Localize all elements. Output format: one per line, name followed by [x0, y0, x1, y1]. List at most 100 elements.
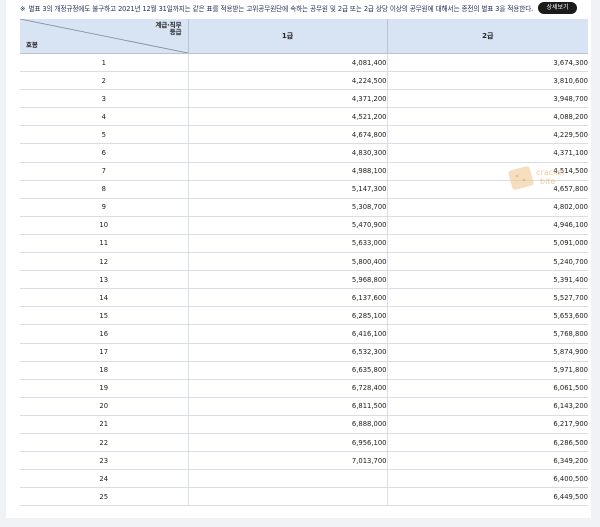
table-row: 16 6,416,100 5,768,800	[20, 324, 588, 344]
step-cell: 15	[20, 306, 189, 326]
step-cell: 9	[20, 198, 189, 217]
table-row: 9 5,308,700 4,802,000	[20, 198, 588, 217]
cracker-bite-watermark: cracker bite	[508, 166, 566, 190]
grade2-salary-cell: 6,449,500	[387, 487, 588, 507]
grade1-salary-cell: 5,470,900	[188, 216, 388, 235]
grade1-salary-cell: 6,285,100	[188, 306, 388, 326]
grade1-salary-cell: 4,371,200	[188, 89, 388, 109]
table-row: 23 7,013,700 6,349,200	[20, 451, 588, 471]
table-header-row: 계급·직무 등급 호봉 1급 2급	[20, 19, 588, 54]
table-row: 4 4,521,200 4,088,200	[20, 107, 588, 127]
content-panel: ※ 별표 3의 개정규정에도 불구하고 2021년 12월 31일까지는 같은 표…	[6, 0, 591, 518]
step-cell: 25	[20, 487, 189, 507]
grade1-salary-cell: 5,147,300	[188, 180, 388, 199]
grade2-salary-cell: 6,286,500	[387, 433, 588, 453]
step-cell: 19	[20, 379, 189, 398]
grade2-salary-cell: 5,874,900	[387, 343, 588, 362]
grade2-salary-cell: 4,088,200	[387, 107, 588, 127]
table-row: 24 6,400,500	[20, 469, 588, 489]
step-cell: 2	[20, 71, 189, 91]
table-row: 5 4,674,800 4,229,500	[20, 125, 588, 145]
step-cell: 10	[20, 216, 189, 235]
grade1-salary-cell: 5,308,700	[188, 198, 388, 217]
step-cell: 22	[20, 433, 189, 453]
column-header-grade2: 2급	[387, 19, 588, 54]
grade2-salary-cell: 4,946,100	[387, 216, 588, 235]
grade2-salary-cell: 5,768,800	[387, 324, 588, 344]
table-row: 18 6,635,800 5,971,800	[20, 361, 588, 380]
table-row: 13 5,968,800 5,391,400	[20, 270, 588, 290]
notice-text: ※ 별표 3의 개정규정에도 불구하고 2021년 12월 31일까지는 같은 표…	[20, 2, 533, 16]
table-row: 8 5,147,300 4,657,800	[20, 180, 588, 199]
grade1-salary-cell: 5,633,000	[188, 234, 388, 254]
table-row: 20 6,811,500 6,143,200	[20, 397, 588, 416]
grade1-salary-cell: 4,081,400	[188, 53, 388, 73]
grade2-salary-cell: 4,802,000	[387, 198, 588, 217]
watermark-line1: cracker	[536, 168, 566, 177]
grade2-salary-cell: 5,971,800	[387, 361, 588, 380]
grade1-salary-cell	[188, 469, 388, 489]
table-row: 12 5,800,400 5,240,700	[20, 252, 588, 272]
step-cell: 3	[20, 89, 189, 109]
step-cell: 14	[20, 288, 189, 308]
step-cell: 17	[20, 343, 189, 362]
grade2-salary-cell: 6,349,200	[387, 451, 588, 471]
grade2-salary-cell: 3,810,600	[387, 71, 588, 91]
step-cell: 4	[20, 107, 189, 127]
grade2-salary-cell: 4,229,500	[387, 125, 588, 145]
table-row: 3 4,371,200 3,948,700	[20, 89, 588, 109]
grade1-salary-cell: 4,830,300	[188, 143, 388, 163]
detail-view-button[interactable]: 상세보기	[538, 2, 577, 14]
step-cell: 7	[20, 162, 189, 181]
table-row: 17 6,532,300 5,874,900	[20, 343, 588, 362]
table-row: 21 6,888,000 6,217,900	[20, 415, 588, 434]
table-row: 19 6,728,400 6,061,500	[20, 379, 588, 398]
corner-grade-line2: 등급	[169, 28, 182, 36]
table-row: 22 6,956,100 6,286,500	[20, 433, 588, 453]
grade1-salary-cell: 6,635,800	[188, 361, 388, 380]
step-cell: 18	[20, 361, 189, 380]
grade2-salary-cell: 3,674,300	[387, 53, 588, 73]
table-row: 2 4,224,500 3,810,600	[20, 71, 588, 91]
corner-grade-label: 계급·직무 등급	[156, 22, 182, 36]
table-row: 10 5,470,900 4,946,100	[20, 216, 588, 235]
grade1-salary-cell: 6,416,100	[188, 324, 388, 344]
step-cell: 24	[20, 469, 189, 489]
step-cell: 12	[20, 252, 189, 272]
grade2-salary-cell: 5,091,000	[387, 234, 588, 254]
grade2-salary-cell: 5,240,700	[387, 252, 588, 272]
grade2-salary-cell: 5,391,400	[387, 270, 588, 290]
corner-header-cell: 계급·직무 등급 호봉	[20, 19, 189, 54]
column-header-grade1: 1급	[188, 19, 388, 54]
grade1-salary-cell	[188, 487, 388, 507]
step-cell: 23	[20, 451, 189, 471]
salary-table: 계급·직무 등급 호봉 1급 2급 1 4,081,400 3,674,300 2 4,…	[20, 19, 588, 507]
grade1-salary-cell: 5,968,800	[188, 270, 388, 290]
step-cell: 11	[20, 234, 189, 254]
grade2-salary-cell: 5,653,600	[387, 306, 588, 326]
grade2-salary-cell: 6,061,500	[387, 379, 588, 398]
grade1-salary-cell: 5,800,400	[188, 252, 388, 272]
grade2-salary-cell: 5,527,700	[387, 288, 588, 308]
table-row: 25 6,449,500	[20, 487, 588, 507]
grade2-salary-cell: 6,143,200	[387, 397, 588, 416]
notice-body: 별표 3의 개정규정에도 불구하고 2021년 12월 31일까지는 같은 표를…	[28, 5, 534, 13]
grade1-salary-cell: 6,811,500	[188, 397, 388, 416]
table-row: 6 4,830,300 4,371,100	[20, 143, 588, 163]
table-row: 14 6,137,600 5,527,700	[20, 288, 588, 308]
step-cell: 20	[20, 397, 189, 416]
step-cell: 8	[20, 180, 189, 199]
step-cell: 5	[20, 125, 189, 145]
step-cell: 6	[20, 143, 189, 163]
grade1-salary-cell: 4,521,200	[188, 107, 388, 127]
notice-mark: ※	[20, 5, 26, 13]
grade1-salary-cell: 7,013,700	[188, 451, 388, 471]
table-row: 7 4,988,100 4,514,500	[20, 162, 588, 181]
grade1-salary-cell: 6,888,000	[188, 415, 388, 434]
grade1-salary-cell: 6,532,300	[188, 343, 388, 362]
corner-step-label: 호봉	[26, 41, 38, 49]
step-cell: 16	[20, 324, 189, 344]
grade2-salary-cell: 6,400,500	[387, 469, 588, 489]
table-row: 15 6,285,100 5,653,600	[20, 306, 588, 326]
grade1-salary-cell: 6,137,600	[188, 288, 388, 308]
